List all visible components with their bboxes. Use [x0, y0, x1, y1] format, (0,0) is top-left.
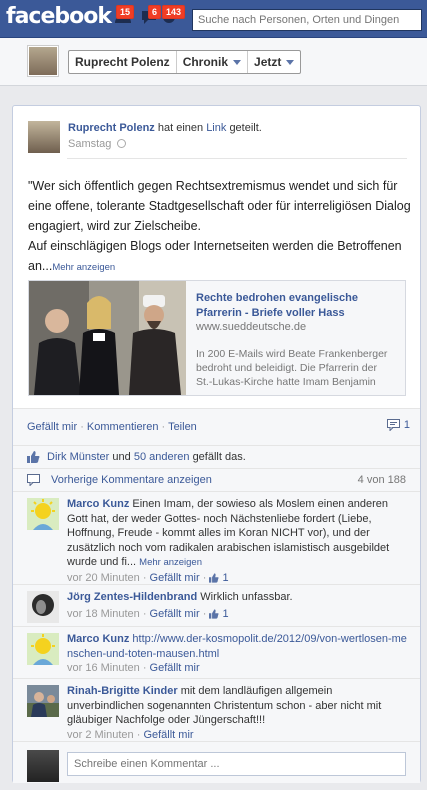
comment-input[interactable] [67, 752, 406, 776]
comment-body: Marco Kunz http://www.der-kosmopolit.de/… [67, 632, 407, 676]
messages-icon[interactable]: 6 [140, 5, 162, 25]
thumbs-up-icon [209, 572, 220, 583]
link-preview-title[interactable]: Rechte bedrohen evangelische Pfarrerin -… [196, 291, 396, 321]
comment-meta: vor 18 Minuten · Gefällt mir · 1 [67, 607, 229, 620]
chevron-down-icon [286, 59, 295, 65]
comment-count-value: 1 [403, 419, 410, 431]
separator-dot: · [161, 421, 166, 433]
profile-name-label: Ruprecht Polenz [75, 55, 170, 69]
post-action-prefix: hat einen [157, 122, 204, 134]
comment-likes-count[interactable]: 1 [209, 607, 229, 620]
comment-body: Rinah-Brigitte Kinder mit dem landläufig… [67, 684, 407, 742]
previous-comments-row[interactable]: Vorherige Kommentare anzeigen 4 von 188 [13, 468, 420, 491]
like-button[interactable]: Gefällt mir [27, 421, 77, 433]
post-time-label: Samstag [68, 138, 112, 150]
link-preview-image[interactable] [29, 281, 186, 395]
chronik-button[interactable]: Chronik [177, 51, 249, 73]
commenter-avatar[interactable] [27, 498, 59, 530]
post-card: Ruprecht Polenz hat einen Link geteilt. … [12, 105, 421, 783]
comment-item: Jörg Zentes-Hildenbrand Wirklich unfassb… [13, 584, 420, 626]
comment-text: Wirklich unfassbar. [200, 591, 293, 603]
comment-count[interactable]: 1 [386, 419, 410, 431]
profile-avatar[interactable] [28, 46, 58, 76]
comment-author-link[interactable]: Marco Kunz [67, 498, 129, 510]
comment-composer [13, 741, 420, 784]
comment-time[interactable]: vor 16 Minuten [67, 662, 140, 674]
comment-like-button[interactable]: Gefällt mir [143, 729, 193, 741]
feedback-area: Gefällt mir · Kommentieren · Teilen 1 Di… [13, 408, 420, 783]
comments-pager-count: 4 von 188 [357, 474, 406, 486]
likes-suffix: gefällt das. [192, 451, 246, 463]
likers-others-link[interactable]: 50 anderen [134, 451, 190, 463]
comment-meta: vor 2 Minuten · Gefällt mir [67, 728, 194, 741]
top-bar: facebook 15 6 143 [0, 0, 427, 38]
chronik-label: Chronik [182, 55, 229, 69]
comment-body: Jörg Zentes-Hildenbrand Wirklich unfassb… [67, 590, 407, 621]
comment-likes-value: 1 [222, 607, 229, 620]
link-preview-site: www.sueddeutsche.de [196, 321, 307, 333]
comment-bubble-icon [27, 474, 40, 489]
comment-author-link[interactable]: Marco Kunz [67, 633, 129, 645]
timeline-nav-buttons: Ruprecht Polenz Chronik Jetzt [68, 50, 302, 74]
comment-like-button[interactable]: Gefällt mir [150, 608, 200, 620]
friend-requests-icon[interactable]: 15 [114, 5, 135, 25]
comment-meta: vor 20 Minuten · Gefällt mir · 1 [67, 571, 229, 584]
comment-time[interactable]: vor 2 Minuten [67, 729, 134, 741]
comment-bubble-icon [386, 419, 400, 431]
comment-item: Marco Kunz Einen Imam, der sowieso als M… [13, 491, 420, 584]
post-text: "Wer sich öffentlich gegen Rechtsextremi… [28, 179, 411, 273]
comment-likes-count[interactable]: 1 [209, 571, 229, 584]
globe-icon [117, 139, 127, 148]
notifications-badge: 143 [162, 5, 186, 19]
commenter-avatar[interactable] [27, 685, 59, 717]
comment-like-button[interactable]: Gefällt mir [150, 572, 200, 584]
timeline-nav-bar: Ruprecht Polenz Chronik Jetzt [0, 38, 427, 86]
search-input[interactable] [192, 9, 422, 31]
previous-comments-link[interactable]: Vorherige Kommentare anzeigen [51, 474, 212, 486]
comment-item: Rinah-Brigitte Kinder mit dem landläufig… [13, 678, 420, 741]
comment-item: Marco Kunz http://www.der-kosmopolit.de/… [13, 626, 420, 678]
thumbs-up-icon [27, 451, 40, 466]
post-action-suffix: geteilt. [229, 122, 262, 134]
friend-requests-badge: 15 [116, 5, 135, 19]
liker-link[interactable]: Dirk Münster [47, 451, 109, 463]
likes-and: und [112, 451, 131, 463]
commenter-avatar[interactable] [27, 633, 59, 665]
profile-name-button[interactable]: Ruprecht Polenz [69, 51, 177, 73]
separator-dot: · [80, 421, 84, 433]
post-actions: Gefällt mir · Kommentieren · Teilen [27, 421, 197, 433]
comment-meta: vor 16 Minuten · Gefällt mir [67, 662, 200, 674]
post-author-line: Ruprecht Polenz hat einen Link geteilt. [68, 122, 262, 134]
link-preview-description: In 200 E-Mails wird Beate Frankenberger … [196, 348, 388, 388]
post-more-link[interactable]: Mehr anzeigen [52, 262, 115, 273]
chevron-down-icon [233, 59, 242, 65]
commenter-avatar[interactable] [27, 591, 59, 623]
link-preview[interactable]: Rechte bedrohen evangelische Pfarrerin -… [28, 280, 406, 396]
comment-like-button[interactable]: Gefällt mir [150, 662, 200, 674]
thumbs-up-icon [209, 608, 220, 619]
post-timestamp[interactable]: Samstag [68, 138, 127, 150]
comment-time[interactable]: vor 18 Minuten [67, 608, 140, 620]
notifications-icon[interactable]: 143 [160, 5, 186, 25]
link-preview-photo [29, 281, 186, 395]
jetzt-button[interactable]: Jetzt [248, 51, 300, 73]
share-button[interactable]: Teilen [168, 421, 197, 433]
facebook-logo[interactable]: facebook [6, 4, 112, 29]
jetzt-label: Jetzt [254, 55, 282, 69]
comment-body: Marco Kunz Einen Imam, der sowieso als M… [67, 497, 407, 585]
comment-author-link[interactable]: Jörg Zentes-Hildenbrand [67, 591, 197, 603]
comment-more-link[interactable]: Mehr anzeigen [139, 557, 202, 568]
author-avatar[interactable] [28, 121, 60, 153]
comment-author-link[interactable]: Rinah-Brigitte Kinder [67, 685, 178, 697]
viewer-avatar [27, 750, 59, 782]
likes-summary: Dirk Münster und 50 anderen gefällt das. [47, 451, 246, 463]
comment-time[interactable]: vor 20 Minuten [67, 572, 140, 584]
header-divider [67, 158, 407, 159]
likes-row: Dirk Münster und 50 anderen gefällt das. [13, 445, 420, 468]
post-author-link[interactable]: Ruprecht Polenz [68, 122, 155, 134]
comment-button[interactable]: Kommentieren [87, 421, 159, 433]
comment-likes-value: 1 [222, 571, 229, 584]
post-body: "Wer sich öffentlich gegen Rechtsextremi… [28, 176, 413, 278]
post-action-link[interactable]: Link [206, 122, 226, 134]
